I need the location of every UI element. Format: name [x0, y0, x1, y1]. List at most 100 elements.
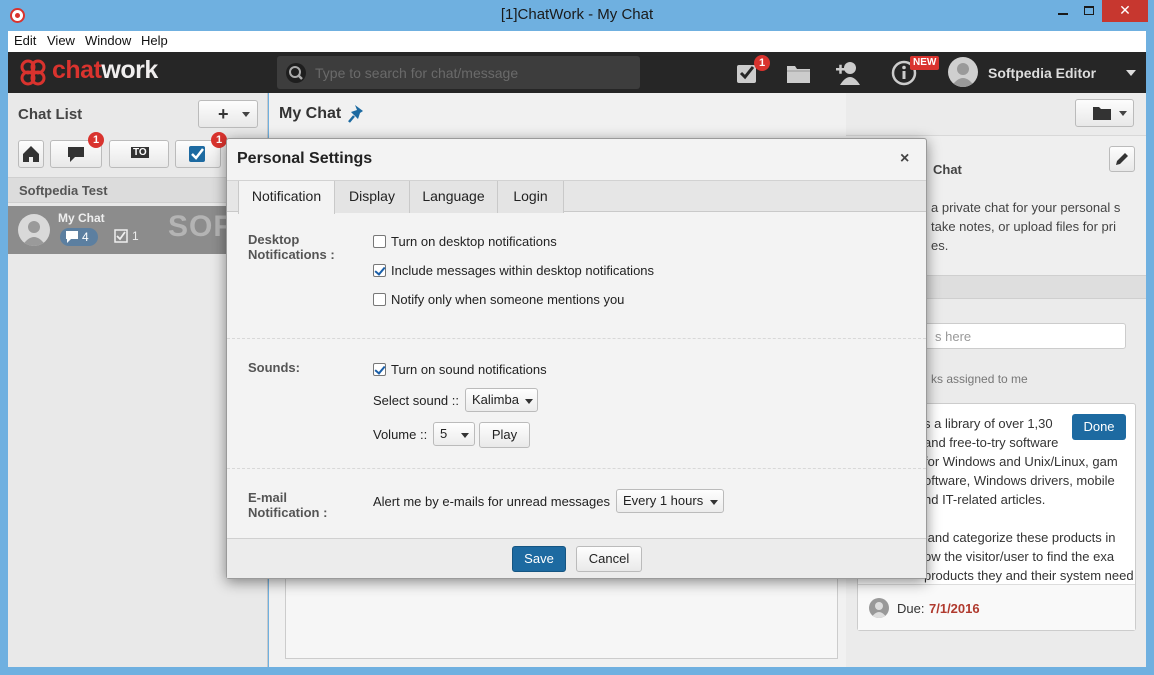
email-notification-label: E-mail Notification :: [248, 490, 327, 520]
menu-window[interactable]: Window: [85, 33, 131, 48]
menu-help[interactable]: Help: [141, 33, 168, 48]
minimize-button[interactable]: [1050, 0, 1076, 22]
search-box: [277, 56, 640, 89]
chatwork-logo[interactable]: chatwork: [52, 56, 158, 85]
tasks-assigned-filter[interactable]: ks assigned to me: [931, 372, 1028, 386]
due-date: 7/1/2016: [929, 601, 980, 616]
play-sound-button[interactable]: Play: [479, 422, 530, 448]
user-menu-chevron-down-icon[interactable]: [1126, 70, 1136, 76]
volume-select[interactable]: 5: [433, 422, 475, 446]
user-avatar[interactable]: [948, 57, 978, 87]
chat-list-title: Chat List: [18, 106, 83, 123]
chat-name: My Chat: [58, 211, 105, 225]
close-window-button[interactable]: ✕: [1102, 0, 1148, 22]
tasks-badge: 1: [754, 55, 770, 71]
desktop-notifications-label: Desktop Notifications :: [248, 232, 335, 262]
menu-view[interactable]: View: [47, 33, 75, 48]
select-sound-label: Select sound ::: [373, 393, 459, 408]
plus-icon: +: [218, 104, 229, 124]
volume-label: Volume ::: [373, 427, 428, 442]
menu-edit[interactable]: Edit: [14, 33, 36, 48]
include-messages-checkbox[interactable]: [373, 264, 386, 277]
close-dialog-icon[interactable]: ×: [900, 150, 909, 168]
file-menu-button[interactable]: [1075, 99, 1134, 127]
desktop-label-line1: Desktop: [248, 232, 300, 247]
email-label-line2: Notification :: [248, 505, 328, 520]
chevron-down-icon: [242, 112, 250, 117]
volume-select-value: 5: [440, 426, 448, 441]
section-divider: [227, 468, 926, 469]
filter-to-button[interactable]: TO: [109, 140, 169, 168]
maximize-button[interactable]: [1076, 0, 1102, 22]
pencil-icon: [1116, 153, 1128, 165]
message-input-area[interactable]: [285, 571, 838, 659]
home-icon: [23, 146, 39, 162]
save-button[interactable]: Save: [512, 546, 566, 572]
app-header: chatwork 1 NEW: [8, 52, 1146, 93]
unread-badge: 1: [88, 132, 104, 148]
mentions-only-checkbox[interactable]: [373, 293, 386, 306]
logo-work-text: work: [101, 56, 158, 84]
section-divider: [227, 338, 926, 339]
dialog-title: Personal Settings: [237, 150, 373, 167]
chatwork-logo-icon[interactable]: [18, 58, 48, 88]
sound-notifications-checkbox[interactable]: [373, 363, 386, 376]
sound-select[interactable]: Kalimba: [465, 388, 538, 412]
message-count-value: 4: [82, 230, 89, 244]
add-contact-icon[interactable]: [836, 60, 862, 86]
avatar-icon: [22, 221, 46, 246]
done-button[interactable]: Done: [1072, 414, 1126, 440]
task-check-icon: [114, 229, 128, 243]
desktop-notifications-checkbox[interactable]: [373, 235, 386, 248]
chevron-down-icon: [710, 500, 718, 505]
email-interval-value: Every 1 hours: [623, 493, 704, 508]
maximize-icon: [1084, 6, 1094, 15]
menu-bar: Edit View Window Help: [8, 31, 1146, 52]
search-input[interactable]: [313, 61, 633, 85]
task-count: 1: [114, 229, 139, 243]
dialog-footer: Save Cancel: [227, 538, 926, 578]
avatar: [18, 214, 50, 246]
avatar-icon: [871, 602, 887, 618]
window-title: [1]ChatWork - My Chat: [500, 6, 654, 23]
task-search-placeholder: s here: [935, 329, 972, 344]
personal-settings-dialog: Personal Settings × Notification Display…: [226, 138, 927, 579]
user-name[interactable]: Softpedia Editor: [988, 65, 1096, 81]
task-count-value: 1: [132, 229, 139, 243]
task-search-input[interactable]: s here: [906, 323, 1126, 349]
include-messages-label[interactable]: Include messages within desktop notifica…: [391, 263, 654, 278]
edit-description-button[interactable]: [1109, 146, 1135, 172]
group-name: Softpedia Test: [19, 183, 108, 198]
folder-icon[interactable]: [786, 60, 812, 86]
cancel-button[interactable]: Cancel: [576, 546, 642, 572]
tasks-filter-badge: 1: [211, 132, 227, 148]
filter-all-button[interactable]: [18, 140, 44, 168]
task-footer: Due: 7/1/2016: [858, 584, 1135, 630]
tab-language[interactable]: Language: [410, 181, 498, 213]
search-icon[interactable]: [285, 62, 307, 84]
title-bar: [1]ChatWork - My Chat ✕: [0, 0, 1154, 31]
to-icon: TO: [131, 147, 149, 158]
tab-notification[interactable]: Notification: [238, 181, 335, 214]
settings-tabs: Notification Display Language Login: [227, 180, 926, 214]
chat-filter-bar: 1 TO 1: [18, 132, 258, 168]
sound-notifications-label[interactable]: Turn on sound notifications: [391, 362, 547, 377]
pin-icon[interactable]: [347, 103, 367, 125]
mentions-only-label[interactable]: Notify only when someone mentions you: [391, 292, 624, 307]
desktop-label-line2: Notifications :: [248, 247, 335, 262]
chevron-down-icon: [461, 433, 469, 438]
email-alert-text: Alert me by e-mails for unread messages: [373, 494, 610, 509]
chevron-down-icon: [1119, 111, 1127, 116]
tab-login[interactable]: Login: [498, 181, 564, 213]
sounds-label: Sounds:: [248, 360, 300, 375]
tab-display[interactable]: Display: [335, 181, 410, 213]
new-badge: NEW: [910, 56, 940, 70]
sound-select-value: Kalimba: [472, 392, 519, 407]
add-chat-button[interactable]: +: [198, 100, 258, 128]
email-interval-select[interactable]: Every 1 hours: [616, 489, 724, 513]
message-icon: [66, 231, 78, 243]
minimize-icon: [1058, 13, 1068, 15]
desktop-notifications-label-text[interactable]: Turn on desktop notifications: [391, 234, 557, 249]
email-label-line1: E-mail: [248, 490, 288, 505]
folder-icon: [1093, 107, 1111, 120]
